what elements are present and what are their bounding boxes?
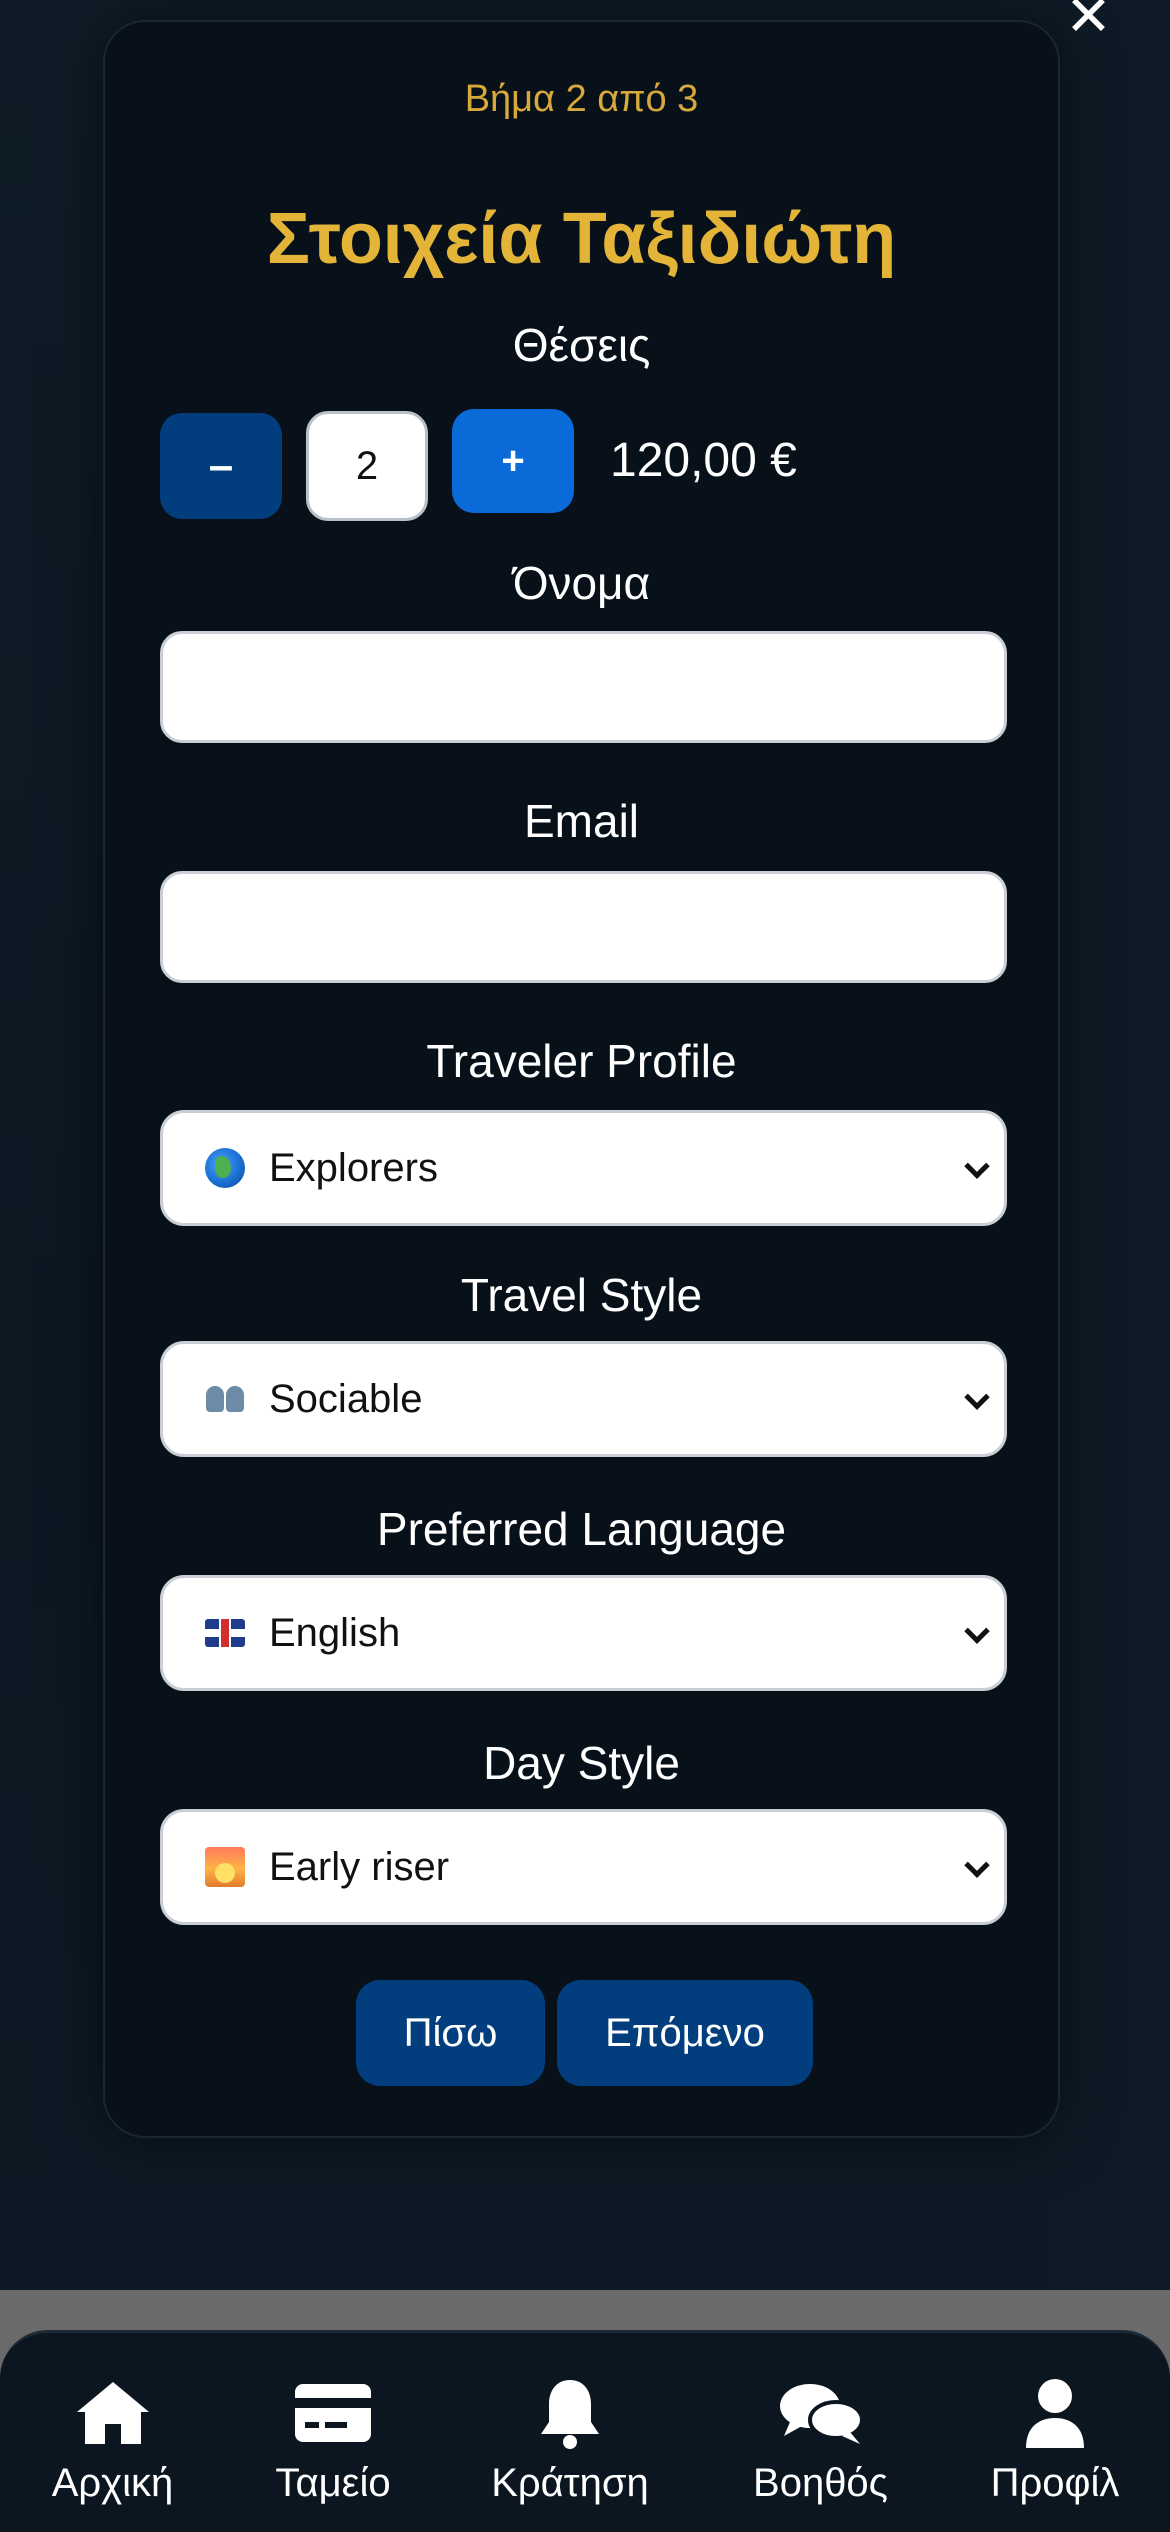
nav-label-booking: Κράτηση <box>491 2461 649 2505</box>
nav-item-profile[interactable]: Προφίλ <box>980 2373 1130 2523</box>
email-label: Email <box>523 795 640 847</box>
chevron-down-icon <box>964 1153 990 1179</box>
chat-bubbles-icon <box>748 2373 893 2453</box>
seats-quantity[interactable]: 2 <box>306 411 428 521</box>
decrease-seats-button[interactable]: – <box>160 413 282 519</box>
credit-card-icon <box>263 2373 403 2453</box>
next-button[interactable]: Επόμενο <box>557 1980 813 2086</box>
day-style-label: Day Style <box>483 1737 680 1789</box>
nav-item-home[interactable]: Αρχική <box>40 2373 185 2523</box>
step-indicator: Βήμα 2 από 3 <box>464 78 699 120</box>
increase-seats-button[interactable]: + <box>452 409 574 513</box>
nav-label-checkout: Ταμείο <box>275 2461 391 2505</box>
day-style-select[interactable]: Early riser <box>160 1809 1007 1925</box>
day-style-value: Early riser <box>269 1844 450 1889</box>
traveler-profile-value: Explorers <box>269 1145 438 1190</box>
preferred-language-select[interactable]: English <box>160 1575 1007 1691</box>
preferred-language-label: Preferred Language <box>376 1503 787 1555</box>
bell-icon <box>485 2373 655 2453</box>
preferred-language-value: English <box>269 1610 401 1655</box>
travel-style-label: Travel Style <box>460 1269 703 1321</box>
total-price: 120,00 € <box>610 434 797 487</box>
nav-label-profile: Προφίλ <box>990 2461 1120 2505</box>
uk-flag-icon <box>205 1619 245 1647</box>
nav-label-assistant: Βοηθός <box>753 2461 888 2505</box>
home-icon <box>40 2373 185 2453</box>
people-icon <box>205 1379 245 1419</box>
nav-item-booking[interactable]: Κράτηση <box>485 2373 655 2523</box>
backdrop-edge <box>1050 0 1170 2290</box>
travel-style-value: Sociable <box>269 1376 423 1421</box>
nav-label-home: Αρχική <box>51 2461 174 2505</box>
name-label: Όνομα <box>512 557 651 609</box>
traveler-profile-label: Traveler Profile <box>426 1035 737 1087</box>
close-icon[interactable]: ✕ <box>1065 0 1112 44</box>
sunrise-icon <box>205 1847 245 1887</box>
chevron-down-icon <box>964 1618 990 1644</box>
traveler-profile-select[interactable]: Explorers <box>160 1110 1007 1226</box>
travel-style-select[interactable]: Sociable <box>160 1341 1007 1457</box>
modal-title: Στοιχεία Ταξιδιώτη <box>266 199 897 279</box>
seats-stepper: – 2 + 120,00 € <box>160 389 1010 521</box>
traveler-details-modal: Βήμα 2 από 3 Στοιχεία Ταξιδιώτη Θέσεις –… <box>103 20 1060 2138</box>
user-icon <box>980 2373 1130 2453</box>
bottom-navigation: Αρχική Ταμείο Κράτηση Βοηθός Προφίλ <box>0 2330 1170 2532</box>
email-field[interactable] <box>160 871 1007 983</box>
nav-item-checkout[interactable]: Ταμείο <box>263 2373 403 2523</box>
chevron-down-icon <box>964 1852 990 1878</box>
chevron-down-icon <box>964 1384 990 1410</box>
back-button[interactable]: Πίσω <box>356 1980 545 2086</box>
seats-label: Θέσεις <box>512 319 651 371</box>
globe-icon <box>205 1148 245 1188</box>
name-field[interactable] <box>160 631 1007 743</box>
nav-item-assistant[interactable]: Βοηθός <box>748 2373 893 2523</box>
